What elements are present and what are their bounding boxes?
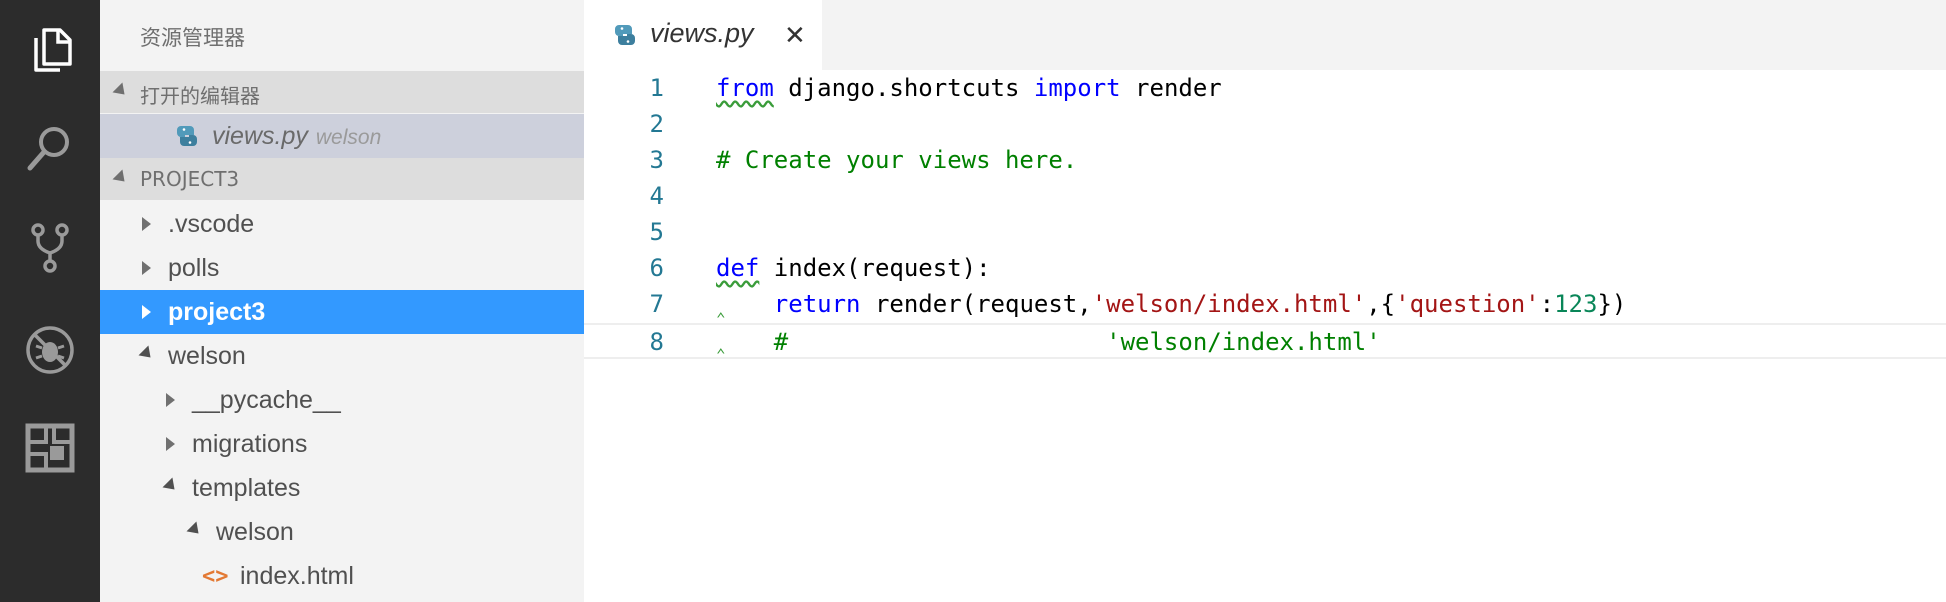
comment-text: # Create your views here.: [716, 146, 1078, 174]
tree-item-label: project3: [168, 298, 266, 326]
tab-views-py[interactable]: views.py ✕: [584, 0, 822, 70]
close-icon[interactable]: ✕: [784, 20, 806, 50]
explorer-sidebar: 资源管理器 打开的编辑器 views.py welson PROJECT3 .vs…: [100, 0, 584, 602]
open-editor-filename: views.py: [212, 122, 308, 150]
keyword-return: return: [773, 290, 861, 318]
open-editors-header[interactable]: 打开的编辑器: [100, 71, 584, 113]
code-token: render: [1120, 74, 1222, 102]
keyword-import: import: [1033, 74, 1121, 102]
project-section-label: PROJECT3: [140, 167, 240, 191]
comment-token: # 'welson/index.html': [773, 328, 1381, 356]
code-token: render(request,: [860, 290, 1092, 318]
open-editors-label: 打开的编辑器: [140, 84, 260, 108]
code-token: django.shortcuts: [773, 74, 1034, 102]
code-token: }): [1597, 290, 1627, 318]
files-icon[interactable]: [22, 22, 78, 78]
squiggle-marker-icon: ⌃: [716, 345, 726, 364]
code-token: index(request):: [759, 254, 991, 282]
collapse-caret-icon: [162, 477, 180, 495]
code-line-4: 4: [584, 179, 1946, 215]
project-section-header[interactable]: PROJECT3: [100, 158, 584, 200]
tree-item-migrations[interactable]: migrations: [100, 422, 584, 466]
extensions-icon[interactable]: [22, 420, 78, 476]
source-control-icon[interactable]: [22, 220, 78, 276]
line-number: 3: [649, 146, 664, 174]
expand-caret-icon: [142, 305, 151, 319]
tree-item-templates[interactable]: templates: [100, 466, 584, 510]
tree-item-label: .vscode: [168, 210, 255, 238]
expand-caret-icon: [166, 393, 175, 407]
code-token: :: [1539, 290, 1555, 318]
code-token: ,{: [1366, 290, 1396, 318]
editor-pane: views.py ✕ 1 from django.shortcuts impor…: [584, 0, 1946, 602]
tree-item-label: migrations: [192, 430, 308, 458]
search-icon[interactable]: [22, 120, 78, 176]
line-number: 6: [649, 254, 664, 282]
tree-item-label: __pycache__: [192, 386, 341, 414]
tree-item-vscode[interactable]: .vscode: [100, 202, 584, 246]
open-editor-label: views.py welson: [212, 122, 381, 151]
collapse-caret-icon: [186, 521, 204, 539]
code-line-2: 2: [584, 107, 1946, 143]
expand-caret-icon: [166, 437, 175, 451]
tree-item-label: index.html: [240, 562, 354, 590]
tab-bar: views.py ✕: [584, 0, 1946, 70]
tree-item-project3[interactable]: project3: [100, 290, 584, 334]
line-number: 5: [649, 218, 664, 246]
tree-item-templates-welson[interactable]: welson: [100, 510, 584, 554]
tree-item-label: welson: [168, 342, 246, 370]
keyword-from: from: [716, 74, 774, 102]
python-file-icon: [614, 24, 636, 46]
tree-item-label: welson: [216, 518, 294, 546]
tree-item-index-html[interactable]: <> index.html: [100, 554, 584, 598]
comment-text: # 'welson/index.html': [716, 328, 1381, 356]
code-line-1: 1 from django.shortcuts import render: [584, 71, 1946, 107]
code-text: def index(request):: [716, 254, 991, 282]
activity-bar: [0, 0, 100, 602]
code-line-3: 3 # Create your views here.: [584, 143, 1946, 179]
line-number: 8: [649, 328, 664, 356]
open-editor-description: welson: [315, 126, 382, 149]
code-text: from django.shortcuts import render: [716, 74, 1222, 102]
code-line-8: 8 # 'welson/index.html' ⌃: [584, 323, 1946, 364]
collapse-caret-icon: [138, 345, 156, 363]
tree-item-polls[interactable]: polls: [100, 246, 584, 290]
tab-label: views.py: [650, 18, 754, 48]
python-file-icon: [176, 125, 198, 147]
line-number: 1: [649, 74, 664, 102]
collapse-triangle-icon: [112, 82, 130, 100]
tree-item-label: templates: [192, 474, 301, 502]
line-number: 4: [649, 182, 664, 210]
code-area[interactable]: 1 from django.shortcuts import render 2 …: [584, 70, 1946, 602]
open-editor-item-views-py[interactable]: views.py welson: [100, 114, 584, 158]
keyword-def: def: [716, 254, 760, 282]
code-line-6: 6 def index(request):: [584, 251, 1946, 287]
debug-icon[interactable]: [22, 322, 78, 378]
tree-item-pycache[interactable]: __pycache__: [100, 378, 584, 422]
string-token: 'question': [1395, 290, 1540, 318]
code-text: return render(request,'welson/index.html…: [716, 290, 1627, 318]
expand-caret-icon: [142, 217, 151, 231]
html-file-icon: <>: [202, 564, 229, 589]
number-token: 123: [1554, 290, 1598, 318]
line-number: 2: [649, 110, 664, 138]
sidebar-title: 资源管理器: [140, 26, 245, 50]
tree-item-label: polls: [168, 254, 220, 282]
collapse-triangle-icon: [112, 169, 130, 187]
string-token: 'welson/index.html': [1091, 290, 1367, 318]
expand-caret-icon: [142, 261, 151, 275]
line-number: 7: [649, 290, 664, 318]
code-line-7: 7 return render(request,'welson/index.ht…: [584, 287, 1946, 328]
tree-item-welson[interactable]: welson: [100, 334, 584, 378]
code-line-5: 5: [584, 215, 1946, 251]
